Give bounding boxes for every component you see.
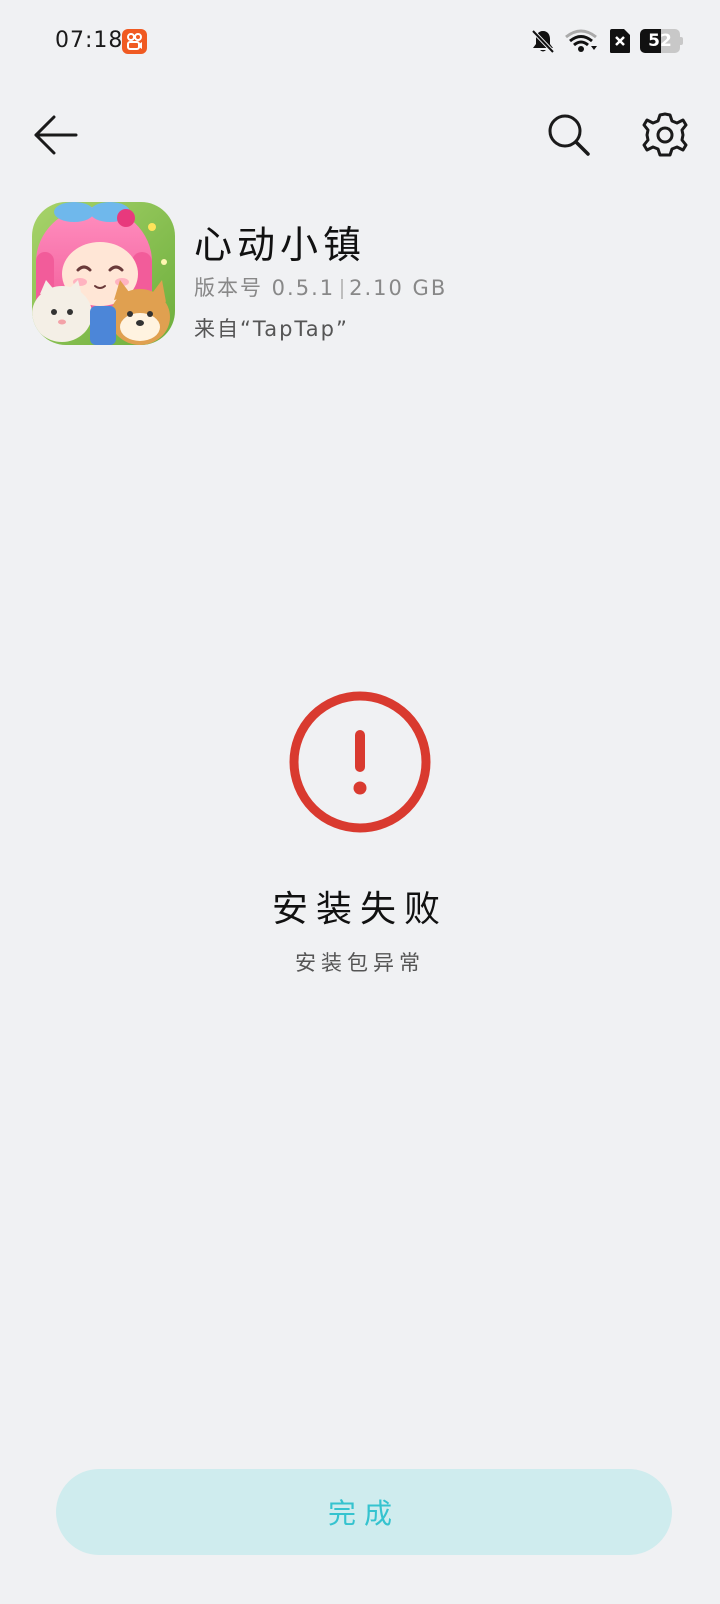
- bell-muted-icon: [530, 28, 556, 58]
- kuaishou-icon: [122, 29, 147, 54]
- status-bar: 07:18 52: [0, 0, 720, 84]
- settings-button[interactable]: [640, 110, 690, 160]
- result-subtitle: 安装包异常: [295, 951, 425, 975]
- result-title: 安装失败: [271, 889, 448, 930]
- app-info: 心动小镇 版本号 0.5.1 2.10 GB 来自“TapTap”: [32, 202, 692, 347]
- top-bar: [0, 100, 720, 170]
- battery-icon: 52: [640, 29, 683, 53]
- battery-level: 52: [648, 31, 672, 51]
- back-button[interactable]: [30, 112, 82, 158]
- done-button[interactable]: 完成: [56, 1469, 672, 1555]
- app-source: 来自“TapTap”: [194, 317, 349, 341]
- search-icon: [548, 114, 590, 156]
- search-button[interactable]: [544, 110, 594, 160]
- meta-divider: [341, 279, 344, 299]
- gear-icon: [642, 112, 688, 157]
- app-icon-heartbeat-town: [32, 202, 175, 345]
- back-arrow-icon: [34, 115, 78, 155]
- error-exclamation-icon: [288, 690, 432, 834]
- app-size: 2.10 GB: [349, 276, 448, 300]
- app-version: 版本号 0.5.1: [194, 276, 336, 300]
- app-meta: 版本号 0.5.1 2.10 GB: [194, 272, 447, 302]
- sim-blocked-icon: [609, 28, 631, 58]
- status-time: 07:18: [55, 28, 124, 53]
- app-name: 心动小镇: [194, 223, 367, 267]
- wifi-icon: [564, 28, 598, 58]
